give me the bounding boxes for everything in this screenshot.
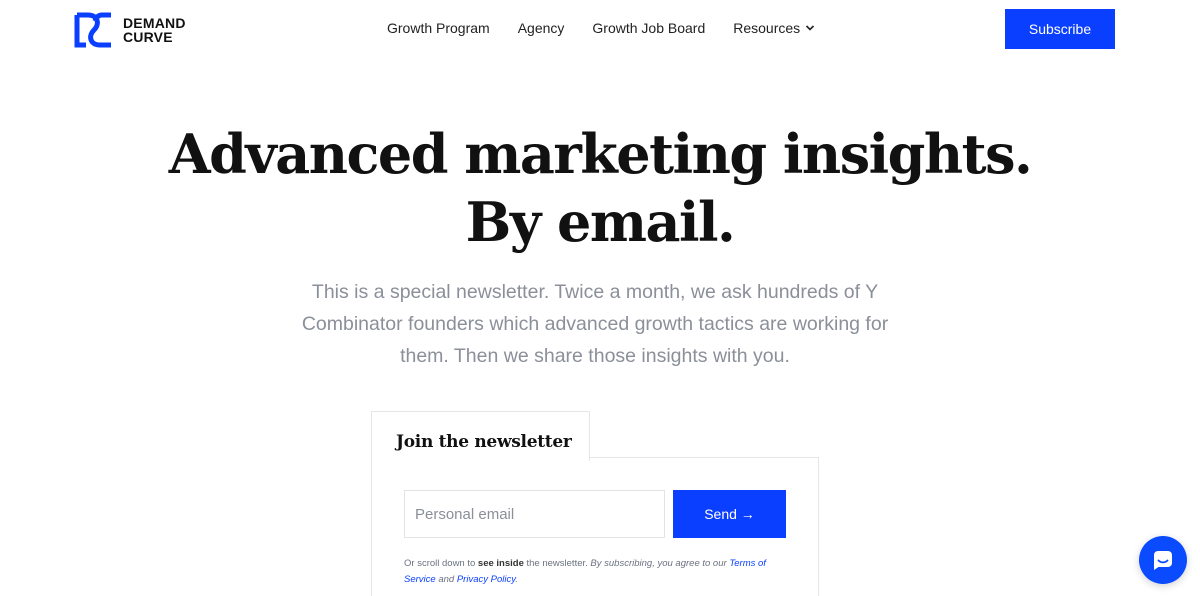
fine-print-bold: see inside <box>477 558 524 569</box>
newsletter-tab-label: Join the newsletter <box>396 432 572 452</box>
nav-item-growth-job-board[interactable]: Growth Job Board <box>592 20 705 36</box>
nav-item-resources-label: Resources <box>733 20 801 36</box>
brand-wordmark: DEMAND CURVE <box>123 16 186 44</box>
fine-print-part2: the newsletter. <box>523 558 591 569</box>
newsletter-tab: Join the newsletter <box>371 411 590 461</box>
subscribe-button[interactable]: Subscribe <box>1005 9 1115 49</box>
brand-logo-link[interactable]: DEMAND CURVE <box>74 12 186 48</box>
hero-subtitle: This is a special newsletter. Twice a mo… <box>301 281 889 367</box>
main-nav: Growth Program Agency Growth Job Board R… <box>387 20 815 36</box>
brand-line1: DEMAND <box>123 15 186 31</box>
chevron-down-icon <box>806 25 815 31</box>
send-button[interactable]: Send → <box>673 490 786 538</box>
site-header: DEMAND CURVE Growth Program Agency Growt… <box>0 0 1200 60</box>
nav-item-agency[interactable]: Agency <box>518 20 565 36</box>
chat-bubble-icon <box>1154 551 1172 570</box>
newsletter-fine-print: Or scroll down to see inside the newslet… <box>404 556 794 588</box>
fine-print-end: . <box>515 574 518 585</box>
fine-print-italic: By subscribing, you agree to our <box>590 558 730 569</box>
hero-title-line1: Advanced marketing insights. <box>168 122 1033 186</box>
demand-curve-logo-icon <box>74 12 111 48</box>
email-input[interactable] <box>404 490 665 538</box>
brand-line2: CURVE <box>123 29 173 45</box>
chat-launcher-button[interactable] <box>1139 536 1187 584</box>
privacy-policy-link[interactable]: Privacy Policy <box>457 574 515 585</box>
fine-print-part1: Or scroll down to <box>404 558 478 569</box>
nav-item-growth-program[interactable]: Growth Program <box>387 20 490 36</box>
hero-title: Advanced marketing insights. By email. <box>0 120 1200 256</box>
fine-print-and: and <box>435 574 457 585</box>
nav-item-resources[interactable]: Resources <box>733 20 815 36</box>
hero-title-line2: By email. <box>465 190 736 254</box>
